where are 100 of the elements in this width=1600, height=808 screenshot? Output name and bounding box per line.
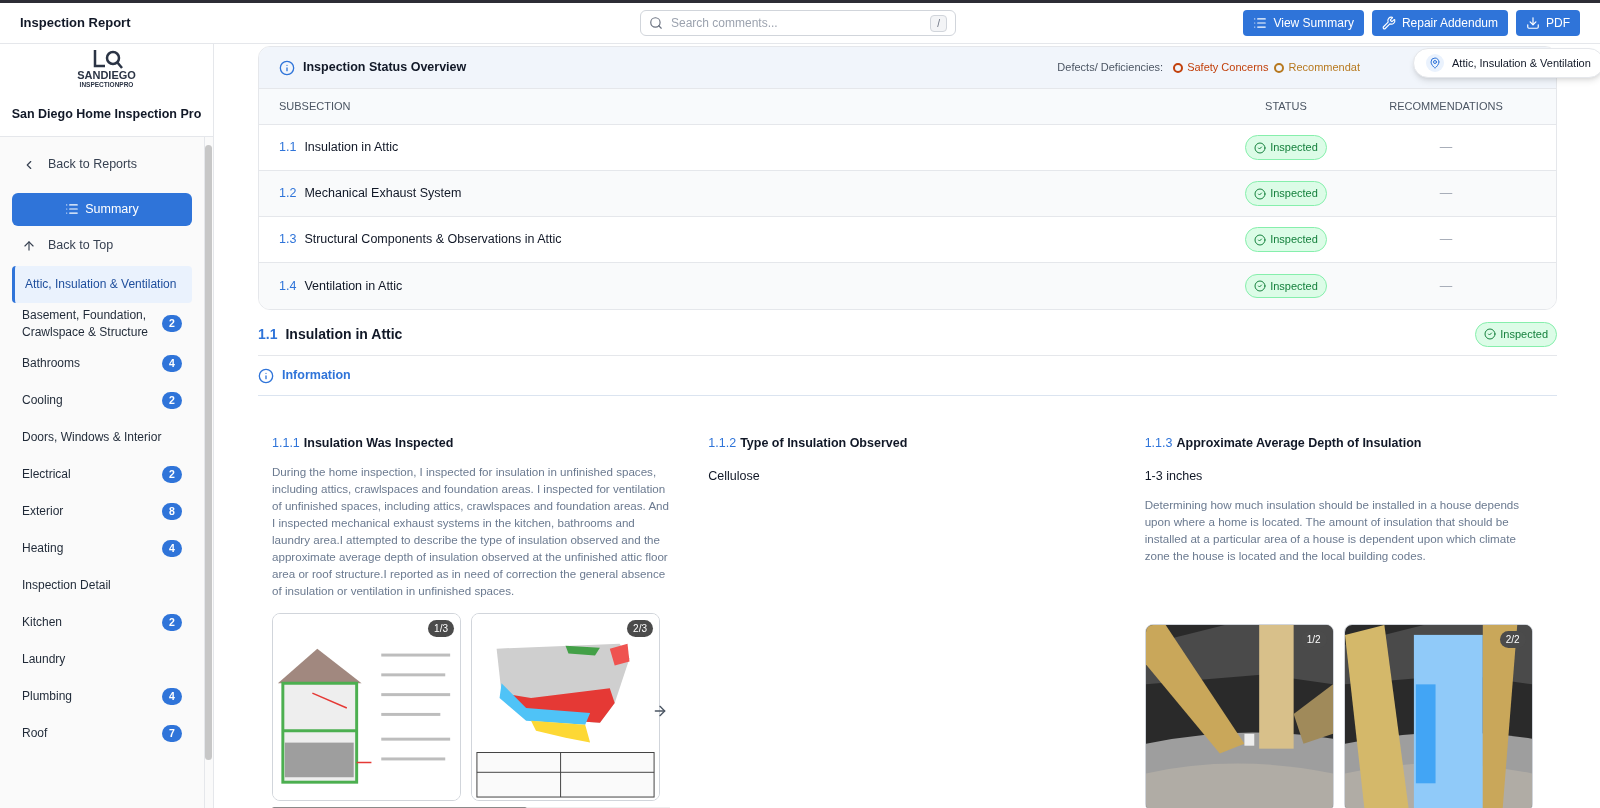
- check-icon: [1484, 328, 1497, 341]
- sidebar-item-label: Bathrooms: [22, 354, 81, 372]
- photo-card[interactable]: 1/2: [1144, 623, 1334, 808]
- row-number: 1.3: [279, 231, 297, 249]
- sidebar-item[interactable]: Plumbing 4: [12, 677, 192, 715]
- scrollbar[interactable]: [205, 144, 212, 760]
- column-header: RECOMMENDATIONS: [1388, 99, 1504, 115]
- row-number: 1.4: [279, 277, 297, 295]
- recommendations-cell-text: —: [1438, 185, 1454, 203]
- sidebar-item[interactable]: Attic, Insulation & Ventilation: [12, 265, 192, 303]
- row-title: Mechanical Exhaust System: [304, 185, 462, 203]
- count-badge: 4: [162, 539, 182, 557]
- sidebar-item-label: Electrical: [22, 465, 71, 483]
- sidebar-item-label: Inspection Detail: [22, 576, 111, 594]
- check-icon: [1254, 187, 1267, 200]
- back-link[interactable]: Back to Reports: [12, 148, 192, 181]
- sidebar-item-label: Kitchen: [22, 613, 63, 631]
- column-header: STATUS: [1264, 99, 1308, 115]
- list-icon: [1253, 16, 1268, 30]
- item-title: Insulation Was Inspected: [303, 436, 454, 451]
- search-icon: [649, 16, 663, 30]
- status-badge: Inspected: [1475, 322, 1557, 347]
- sidebar-item[interactable]: Laundry: [12, 640, 192, 678]
- page-title: Inspection Report: [20, 14, 132, 33]
- logo-text: SANDIEGO: [77, 70, 136, 81]
- sidebar-item[interactable]: Electrical 2: [12, 455, 192, 493]
- row-title: Insulation in Attic: [304, 139, 399, 157]
- summary-button[interactable]: Summary: [12, 192, 192, 226]
- sidebar-item[interactable]: Heating 4: [12, 529, 192, 567]
- sidebar-item-label: Heating: [22, 539, 64, 557]
- header-button[interactable]: PDF: [1516, 10, 1580, 36]
- count-badge: 2: [162, 315, 182, 333]
- download-icon: [1526, 16, 1540, 30]
- info-icon: [279, 59, 295, 76]
- item-number: 1.1.1: [272, 436, 300, 451]
- company-name: San Diego Home Inspection Pro: [11, 106, 202, 123]
- item-value: 1-3 inches: [1144, 468, 1204, 485]
- status-badge: Inspected: [1245, 273, 1327, 299]
- card-title: Inspection Status Overview: [303, 59, 467, 77]
- item-description: During the home inspection, I inspected for insulation in unfinished spaces, including attics, crawlspaces and foundation areas. I inspected for ventilation of unfinished spaces, including attics, crawlspaces and foundation areas. And I inspected mechanical exhaust systems in the kitchen, bathrooms and laundry area.I attempted to describe the type of insulation observed and the approximate average depth of insulation observed at the unfinished attic floor area or roof structure.I reported as in need of correction the general absence of insulation or ventilation in unfinished spaces.: [272, 464, 670, 599]
- location-label: Attic, Insulation & Ventilation: [1452, 55, 1591, 71]
- sidebar-item[interactable]: Roof 7: [12, 714, 192, 752]
- search-input[interactable]: Search comments...: [671, 14, 923, 32]
- check-icon: [1254, 141, 1267, 154]
- information-tab[interactable]: Information: [282, 366, 351, 386]
- item-value: Cellulose: [708, 468, 761, 485]
- section-number: 1.1: [258, 325, 278, 345]
- item-description: Determining how much insulation should be installed in a house depends upon where a home is located. The amount of insulation that should be installed at a particular area of a house is dependent upon which climate zone the house is located and the local building codes.: [1144, 496, 1521, 564]
- sidebar-item-label: Laundry: [22, 650, 66, 668]
- sidebar-item-label: Doors, Windows & Interior: [22, 428, 162, 446]
- arrow-up-icon: [22, 238, 36, 253]
- wrench-icon: [1381, 16, 1396, 30]
- row-title: Ventilation in Attic: [304, 277, 403, 295]
- legend-label: Safety Concerns: [1187, 60, 1269, 76]
- info-icon: [258, 367, 274, 384]
- back-to-top-link[interactable]: Back to Top: [12, 225, 192, 266]
- recommendations-cell-text: —: [1438, 231, 1454, 249]
- item-title: Approximate Average Depth of Insulation: [1176, 436, 1422, 451]
- count-badge: 7: [162, 724, 182, 742]
- count-badge: 4: [162, 687, 182, 705]
- sidebar-item[interactable]: Exterior 8: [12, 492, 192, 530]
- legend-label: Defects/ Deficiencies:: [1057, 60, 1164, 76]
- row-number: 1.2: [279, 185, 297, 203]
- recommendations-cell-text: —: [1438, 139, 1454, 157]
- sidebar-item-label: Exterior: [22, 502, 64, 520]
- list-icon: [65, 202, 80, 217]
- status-badge: Inspected: [1245, 135, 1327, 160]
- row-number: 1.1: [279, 139, 297, 157]
- photo-card[interactable]: 2/2: [1343, 623, 1533, 808]
- sidebar-item[interactable]: Basement, Foundation, Crawlspace & Structure 2: [12, 302, 192, 345]
- sidebar-item[interactable]: Doors, Windows & Interior: [12, 418, 192, 456]
- row-title: Structural Components & Observations in Attic: [304, 231, 562, 249]
- column-header: SUBSECTION: [279, 99, 352, 115]
- status-badge: Inspected: [1245, 181, 1327, 206]
- sidebar-item-label: Attic, Insulation & Ventilation: [25, 275, 177, 293]
- sidebar-item[interactable]: Inspection Detail: [12, 566, 192, 604]
- item-number: 1.1.3: [1144, 436, 1173, 451]
- count-badge: 4: [162, 354, 182, 372]
- recommendations-cell-text: —: [1438, 277, 1454, 295]
- sidebar-item-label: Basement, Foundation, Crawlspace & Structure: [22, 306, 150, 341]
- sidebar-item[interactable]: Cooling 2: [12, 381, 192, 419]
- sidebar-item[interactable]: Kitchen 2: [12, 603, 192, 641]
- count-badge: 8: [162, 502, 182, 520]
- header-button[interactable]: Repair Addendum: [1371, 10, 1508, 36]
- count-badge: 2: [162, 391, 182, 409]
- photo-card[interactable]: 1/3: [272, 613, 461, 801]
- item-title: Type of Insulation Observed: [740, 436, 908, 451]
- legend-label: Recommendat: [1288, 60, 1360, 76]
- status-badge: Inspected: [1245, 227, 1327, 252]
- shortcut-key: /: [930, 14, 947, 32]
- check-icon: [1254, 233, 1267, 246]
- sidebar-item-label: Cooling: [22, 391, 63, 409]
- photo-card[interactable]: 2/3: [471, 613, 660, 801]
- search-field[interactable]: Search comments... /: [640, 10, 956, 36]
- sidebar-item-label: Plumbing: [22, 687, 73, 705]
- header-button[interactable]: View Summary: [1243, 10, 1364, 36]
- check-icon: [1254, 280, 1267, 292]
- sidebar-item-label: Roof: [22, 724, 48, 742]
- sidebar-item[interactable]: Bathrooms 4: [12, 344, 192, 382]
- count-badge: 2: [162, 613, 182, 631]
